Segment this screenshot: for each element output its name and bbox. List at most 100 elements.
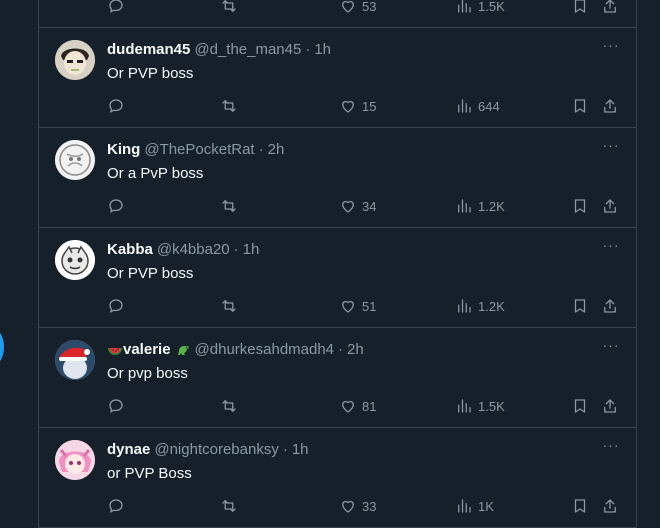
more-options-button[interactable]: ··· [602, 138, 620, 158]
avatar[interactable] [55, 40, 95, 80]
separator-dot: · [305, 41, 311, 58]
views-button[interactable]: 1.5K [455, 0, 505, 16]
timestamp[interactable]: 1h [314, 41, 331, 59]
retweet-button[interactable] [220, 196, 238, 216]
reply-button[interactable] [107, 0, 125, 16]
tweet-header: Kabba @k4bba20 · 1h [107, 241, 596, 259]
share-icon [604, 399, 616, 413]
tweet-text: Or pvp boss [107, 365, 188, 382]
share-button[interactable] [601, 496, 619, 516]
reply-button[interactable] [107, 496, 125, 516]
floating-compose-button[interactable] [0, 330, 4, 364]
separator-dot: · [282, 441, 288, 458]
timestamp[interactable]: 2h [347, 341, 364, 359]
tweet[interactable]: valerie @dhurkesahdmadh4 · 2h ··· Or pvp… [39, 328, 636, 428]
reply-icon [109, 499, 123, 513]
avatar-image [55, 440, 95, 480]
reply-icon [109, 0, 123, 13]
bookmark-button[interactable] [571, 0, 589, 16]
display-name[interactable]: dynae [107, 441, 150, 459]
action-bar: 34 1.2K [107, 196, 620, 216]
action-bar: 33 1K [107, 496, 620, 516]
share-button[interactable] [601, 96, 619, 116]
bar-chart-icon [458, 499, 471, 513]
share-button[interactable] [601, 196, 619, 216]
bar-chart-icon [458, 399, 471, 413]
tweet-text: Or PVP boss [107, 65, 194, 82]
tweet[interactable]: dynae @nightcorebanksy · 1h ··· or PVP B… [39, 428, 636, 528]
like-button[interactable]: 53 [339, 0, 376, 16]
tweet[interactable]: Kabba @k4bba20 · 1h ··· Or PVP boss 51 1… [39, 228, 636, 328]
tweet[interactable]: dudeman45 @d_the_man45 · 1h ··· Or PVP b… [39, 28, 636, 128]
retweet-button[interactable] [220, 396, 238, 416]
display-name[interactable]: Kabba [107, 241, 153, 259]
views-button[interactable]: 644 [455, 96, 500, 116]
views-button[interactable]: 1.2K [455, 196, 505, 216]
avatar[interactable] [55, 340, 95, 380]
share-button[interactable] [601, 0, 619, 16]
bookmark-button[interactable] [571, 396, 589, 416]
retweet-button[interactable] [220, 496, 238, 516]
bookmark-icon [574, 399, 586, 413]
avatar[interactable] [55, 140, 95, 180]
action-bar: 81 1.5K [107, 396, 620, 416]
reply-button[interactable] [107, 96, 125, 116]
tweet-header: dudeman45 @d_the_man45 · 1h [107, 41, 596, 59]
views-button[interactable]: 1.2K [455, 296, 505, 316]
retweet-icon [222, 400, 236, 412]
retweet-button[interactable] [220, 96, 238, 116]
bookmark-icon [574, 299, 586, 313]
avatar[interactable] [55, 440, 95, 480]
dinosaur-icon [175, 342, 191, 358]
timestamp[interactable]: 1h [292, 441, 309, 459]
bar-chart-icon [458, 99, 471, 113]
timestamp[interactable]: 2h [268, 141, 285, 159]
bookmark-icon [574, 0, 586, 13]
tweet-partial[interactable]: 53 1.5K [39, 0, 636, 28]
tweet-text: or PVP Boss [107, 465, 192, 482]
user-handle[interactable]: @ThePocketRat [144, 141, 254, 159]
reply-button[interactable] [107, 296, 125, 316]
avatar[interactable] [55, 240, 95, 280]
watermelon-icon [107, 342, 123, 358]
bookmark-button[interactable] [571, 296, 589, 316]
like-button[interactable]: 34 [339, 196, 376, 216]
views-button[interactable]: 1K [455, 496, 494, 516]
share-button[interactable] [601, 296, 619, 316]
display-name[interactable]: dudeman45 [107, 41, 190, 59]
tweet-text: Or PVP boss [107, 265, 194, 282]
view-count: 1.5K [478, 0, 505, 14]
display-name[interactable]: King [107, 141, 140, 159]
tweet-header: King @ThePocketRat · 2h [107, 141, 596, 159]
user-handle[interactable]: @d_the_man45 [194, 41, 301, 59]
views-button[interactable]: 1.5K [455, 396, 505, 416]
share-button[interactable] [601, 396, 619, 416]
like-count: 51 [362, 298, 377, 314]
tweet[interactable]: King @ThePocketRat · 2h ··· Or a PvP bos… [39, 128, 636, 228]
user-handle[interactable]: @dhurkesahdmadh4 [195, 341, 334, 359]
reply-feed: 53 1.5K dudeman45 @d_the_man45 · 1h ··· … [38, 0, 637, 528]
view-count: 644 [478, 98, 500, 114]
bookmark-button[interactable] [571, 196, 589, 216]
bar-chart-icon [458, 199, 471, 213]
bookmark-icon [574, 99, 586, 113]
more-options-button[interactable]: ··· [602, 338, 620, 358]
more-options-button[interactable]: ··· [602, 38, 620, 58]
retweet-button[interactable] [220, 296, 238, 316]
bookmark-button[interactable] [571, 496, 589, 516]
timestamp[interactable]: 1h [243, 241, 260, 259]
reply-button[interactable] [107, 396, 125, 416]
user-handle[interactable]: @k4bba20 [157, 241, 230, 259]
retweet-button[interactable] [220, 0, 238, 16]
more-options-button[interactable]: ··· [602, 438, 620, 458]
like-button[interactable]: 81 [339, 396, 376, 416]
like-button[interactable]: 51 [339, 296, 376, 316]
like-button[interactable]: 15 [339, 96, 376, 116]
more-options-button[interactable]: ··· [602, 238, 620, 258]
reply-button[interactable] [107, 196, 125, 216]
bar-chart-icon [458, 299, 471, 313]
like-button[interactable]: 33 [339, 496, 376, 516]
bookmark-button[interactable] [571, 96, 589, 116]
display-name[interactable]: valerie [123, 341, 171, 359]
user-handle[interactable]: @nightcorebanksy [154, 441, 278, 459]
